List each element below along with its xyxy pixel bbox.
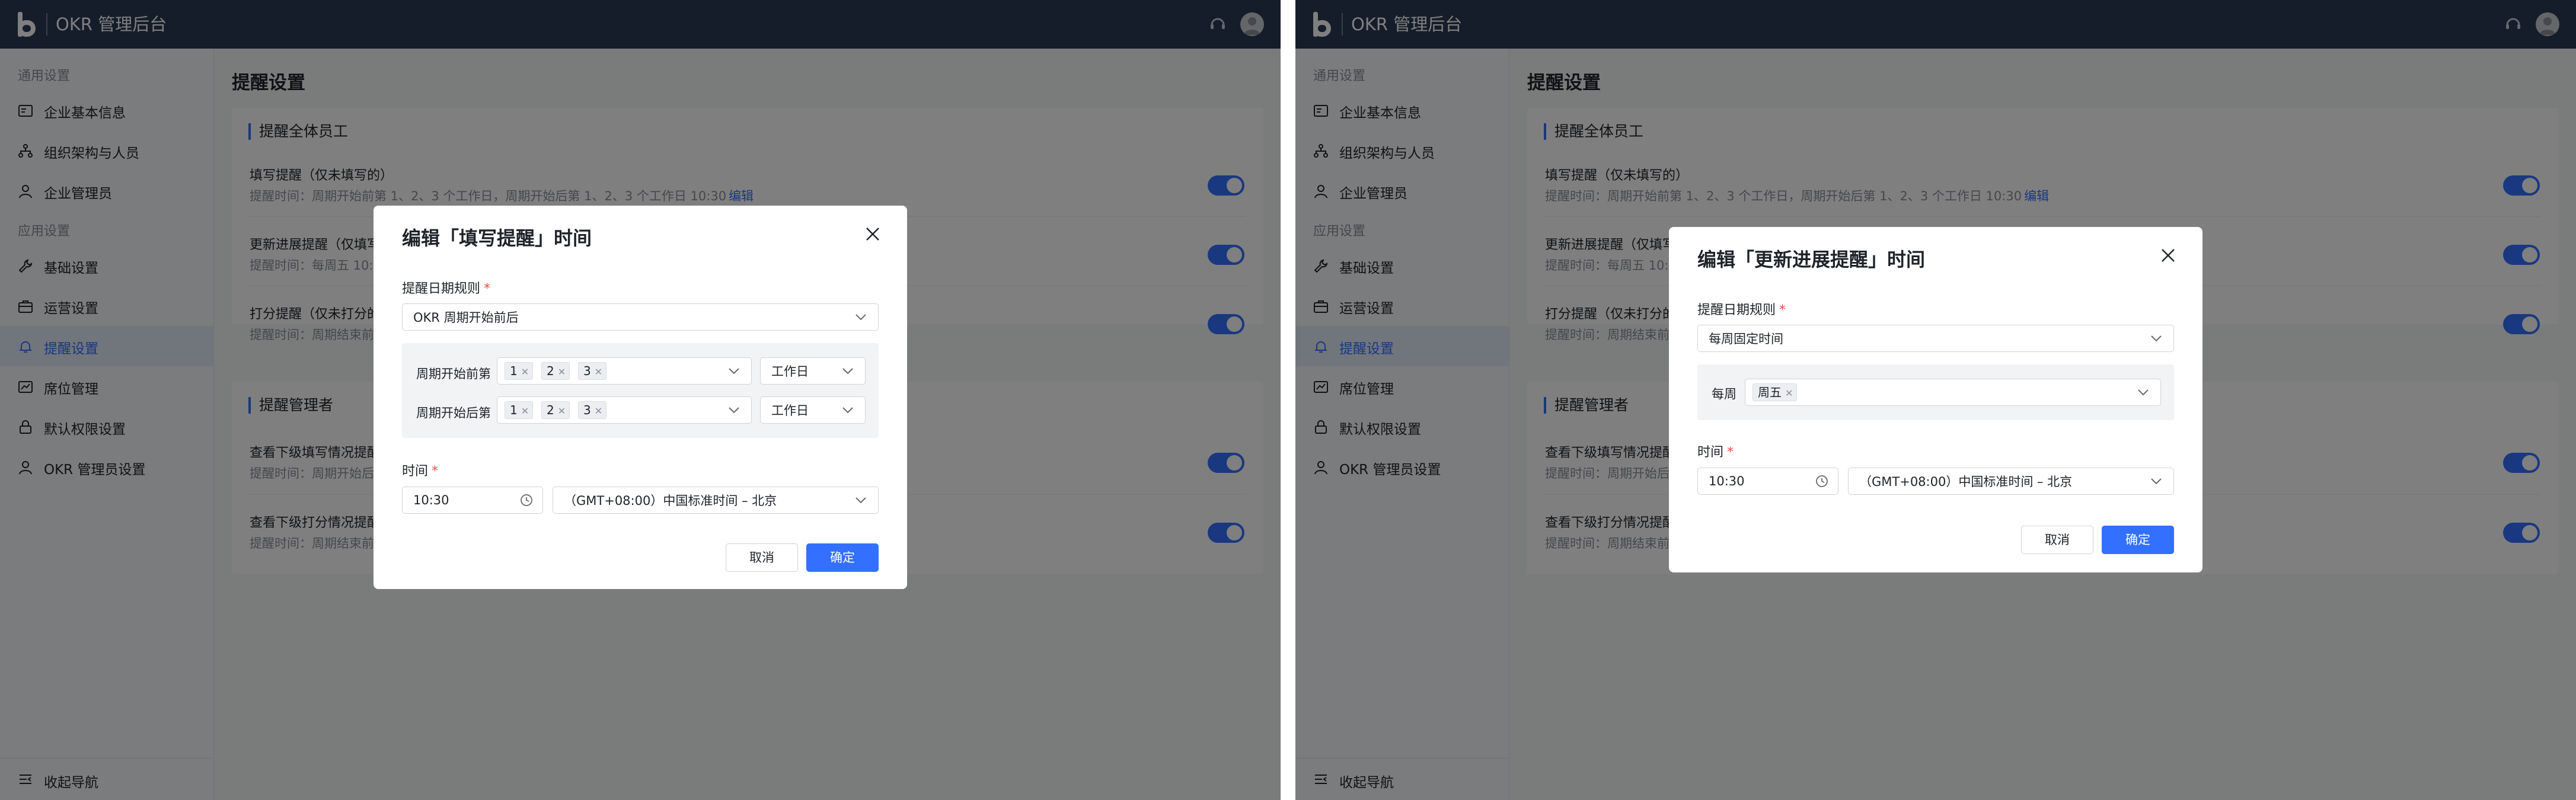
dialog-title: 编辑「填写提醒」时间 bbox=[402, 227, 592, 249]
chevron-down-icon bbox=[729, 368, 739, 375]
weekly-label: 每周 bbox=[1712, 387, 1737, 401]
remove-tag-icon: ✕ bbox=[594, 405, 603, 417]
chevron-down-icon bbox=[729, 407, 739, 414]
time-picker[interactable]: 10:30 bbox=[402, 487, 543, 514]
chevron-down-icon bbox=[842, 368, 853, 375]
after-days-select[interactable]: 1 ✕ 2 ✕ 3 ✕ bbox=[497, 396, 752, 424]
edit-progress-reminder-dialog: 编辑「更新进展提醒」时间 提醒日期规则 * 每周固定时间 每周 周五 ✕ 时间 * 1… bbox=[1669, 227, 2202, 572]
date-rule-label: 提醒日期规则 * bbox=[1697, 303, 1786, 318]
time-label: 时间 * bbox=[402, 464, 439, 479]
date-rule-panel: 周期开始前第 1 ✕ 2 ✕ 3 ✕ 工作日 周期开始后第 1 ✕ 2 ✕ 3 ✕ 工作日 bbox=[402, 343, 879, 438]
remove-tag-icon: ✕ bbox=[521, 366, 529, 377]
day-tag[interactable]: 3 ✕ bbox=[578, 362, 607, 380]
date-rule-panel: 每周 周五 ✕ bbox=[1697, 364, 2174, 420]
edit-fill-reminder-dialog: 编辑「填写提醒」时间 提醒日期规则 * OKR 周期开始前后 周期开始前第 1 ✕ … bbox=[374, 206, 907, 589]
confirm-button[interactable]: 确定 bbox=[806, 543, 879, 572]
remove-tag-icon: ✕ bbox=[521, 405, 529, 417]
cancel-button[interactable]: 取消 bbox=[2021, 526, 2093, 554]
chevron-down-icon bbox=[856, 497, 866, 504]
close-icon[interactable] bbox=[2160, 247, 2176, 264]
remove-tag-icon: ✕ bbox=[594, 366, 603, 377]
before-days-select[interactable]: 1 ✕ 2 ✕ 3 ✕ bbox=[497, 357, 752, 385]
close-icon[interactable] bbox=[864, 226, 881, 242]
confirm-button[interactable]: 确定 bbox=[2102, 526, 2174, 554]
dialog-title: 编辑「更新进展提醒」时间 bbox=[1697, 248, 1926, 271]
day-tag[interactable]: 1 ✕ bbox=[505, 401, 534, 419]
remove-tag-icon: ✕ bbox=[557, 366, 566, 377]
after-label: 周期开始后第 bbox=[416, 406, 491, 420]
date-rule-value: OKR 周期开始前后 bbox=[413, 311, 519, 325]
unit-value: 工作日 bbox=[771, 404, 809, 418]
chevron-down-icon bbox=[2138, 389, 2149, 396]
timezone-value: （GMT+08:00）中国标准时间 – 北京 bbox=[1859, 475, 2073, 489]
unit-value: 工作日 bbox=[771, 364, 809, 379]
timezone-select[interactable]: （GMT+08:00）中国标准时间 – 北京 bbox=[553, 487, 879, 514]
time-value: 10:30 bbox=[1709, 474, 1745, 488]
before-label: 周期开始前第 bbox=[416, 367, 491, 381]
timezone-select[interactable]: （GMT+08:00）中国标准时间 – 北京 bbox=[1848, 468, 2174, 495]
weekday-select[interactable]: 周五 ✕ bbox=[1745, 379, 2161, 406]
date-rule-select[interactable]: OKR 周期开始前后 bbox=[402, 303, 879, 331]
date-rule-select[interactable]: 每周固定时间 bbox=[1697, 325, 2174, 352]
weekday-tag[interactable]: 周五 ✕ bbox=[1753, 383, 1798, 401]
date-rule-value: 每周固定时间 bbox=[1709, 332, 1783, 346]
remove-tag-icon: ✕ bbox=[557, 405, 566, 417]
time-label: 时间 * bbox=[1697, 445, 1734, 460]
day-tag[interactable]: 1 ✕ bbox=[505, 362, 534, 380]
chevron-down-icon bbox=[842, 407, 853, 414]
clock-icon bbox=[1816, 475, 1828, 487]
screen-fill-reminder: OKR 管理后台 通用设置 企业基本信息 组织架构与人员 企业管理员 应用设置 … bbox=[0, 0, 1281, 800]
after-unit-select[interactable]: 工作日 bbox=[760, 396, 866, 424]
day-tag[interactable]: 2 ✕ bbox=[541, 401, 570, 419]
date-rule-label: 提醒日期规则 * bbox=[402, 281, 491, 296]
day-tag[interactable]: 3 ✕ bbox=[578, 401, 607, 419]
time-picker[interactable]: 10:30 bbox=[1697, 468, 1838, 495]
before-unit-select[interactable]: 工作日 bbox=[760, 357, 866, 385]
day-tag[interactable]: 2 ✕ bbox=[541, 362, 570, 380]
time-value: 10:30 bbox=[413, 493, 449, 507]
clock-icon bbox=[521, 494, 532, 506]
remove-tag-icon: ✕ bbox=[1785, 388, 1793, 399]
screen-progress-reminder: OKR 管理后台 通用设置 企业基本信息 组织架构与人员 企业管理员 应用设置 … bbox=[1295, 0, 2576, 800]
timezone-value: （GMT+08:00）中国标准时间 – 北京 bbox=[564, 494, 777, 508]
chevron-down-icon bbox=[2151, 335, 2162, 342]
chevron-down-icon bbox=[856, 314, 866, 321]
cancel-button[interactable]: 取消 bbox=[726, 543, 798, 572]
chevron-down-icon bbox=[2151, 478, 2162, 485]
